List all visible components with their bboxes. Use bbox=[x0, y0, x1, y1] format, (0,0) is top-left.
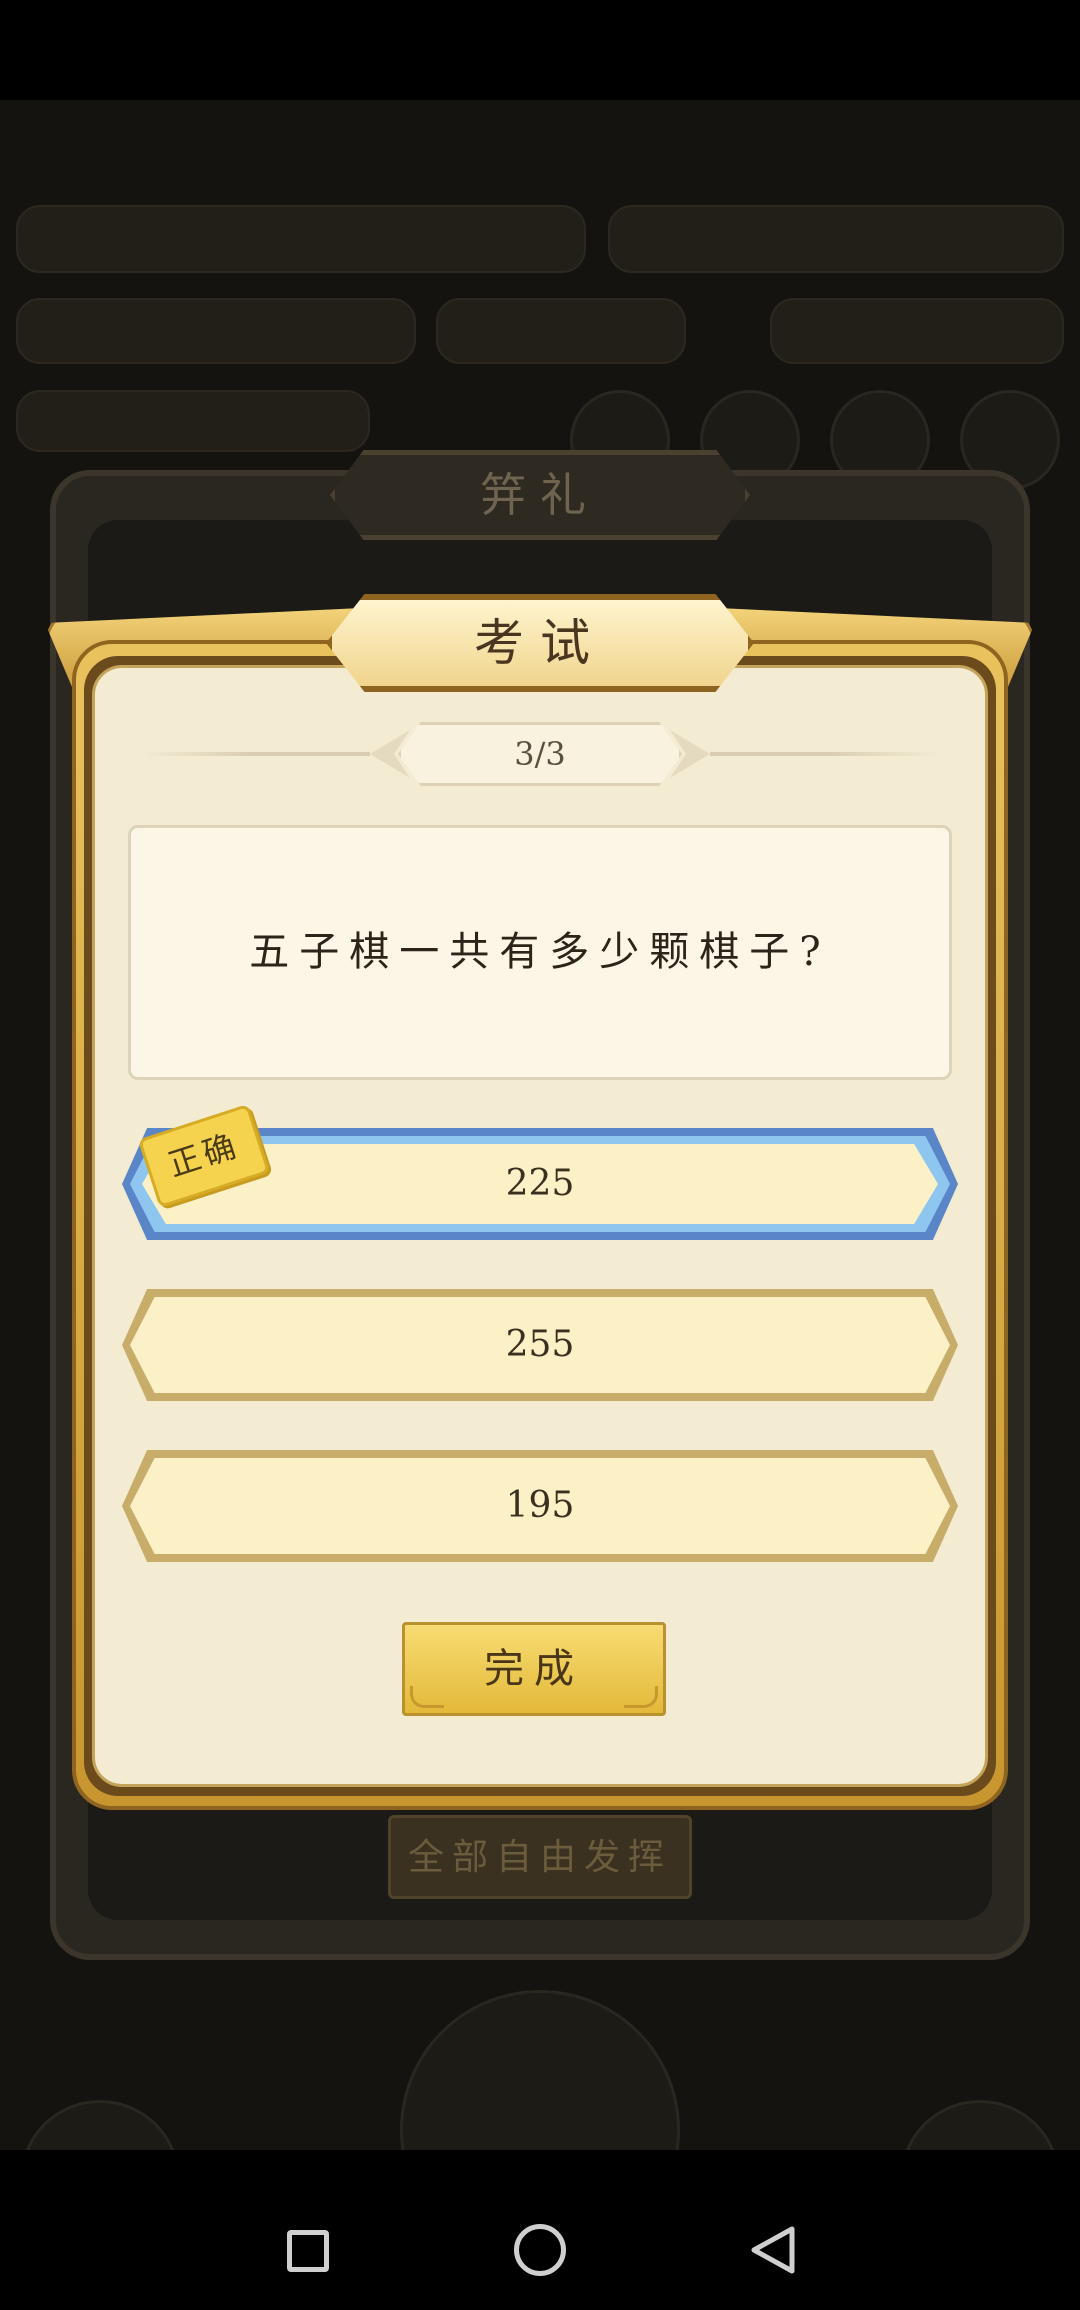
status-bar bbox=[0, 0, 1080, 100]
progress-divider-left bbox=[140, 752, 370, 756]
back-icon[interactable] bbox=[748, 2225, 796, 2275]
question-text: 五子棋一共有多少颗棋子? bbox=[249, 929, 831, 975]
free-play-all-button: 全部自由发挥 bbox=[388, 1815, 692, 1899]
done-button-label[interactable]: 完成 bbox=[402, 1622, 666, 1716]
background-bar bbox=[16, 390, 370, 452]
background-bar bbox=[16, 205, 586, 273]
background-bar bbox=[436, 298, 686, 364]
progress-text: 3/3 bbox=[514, 735, 566, 773]
dialog-title: 考试 bbox=[474, 614, 606, 672]
background-bar bbox=[16, 298, 416, 364]
answer-option-3[interactable]: 195 bbox=[122, 1450, 958, 1562]
background-bar bbox=[770, 298, 1064, 364]
recent-apps-icon[interactable] bbox=[287, 2230, 329, 2272]
answer-option-label: 255 bbox=[505, 1324, 575, 1365]
background-panel-title: 笄礼 bbox=[480, 468, 600, 522]
answer-option-label: 195 bbox=[505, 1485, 575, 1526]
background-bar bbox=[608, 205, 1064, 273]
answer-option-2[interactable]: 255 bbox=[122, 1289, 958, 1401]
progress-divider-right bbox=[710, 752, 940, 756]
home-icon[interactable] bbox=[514, 2224, 566, 2276]
